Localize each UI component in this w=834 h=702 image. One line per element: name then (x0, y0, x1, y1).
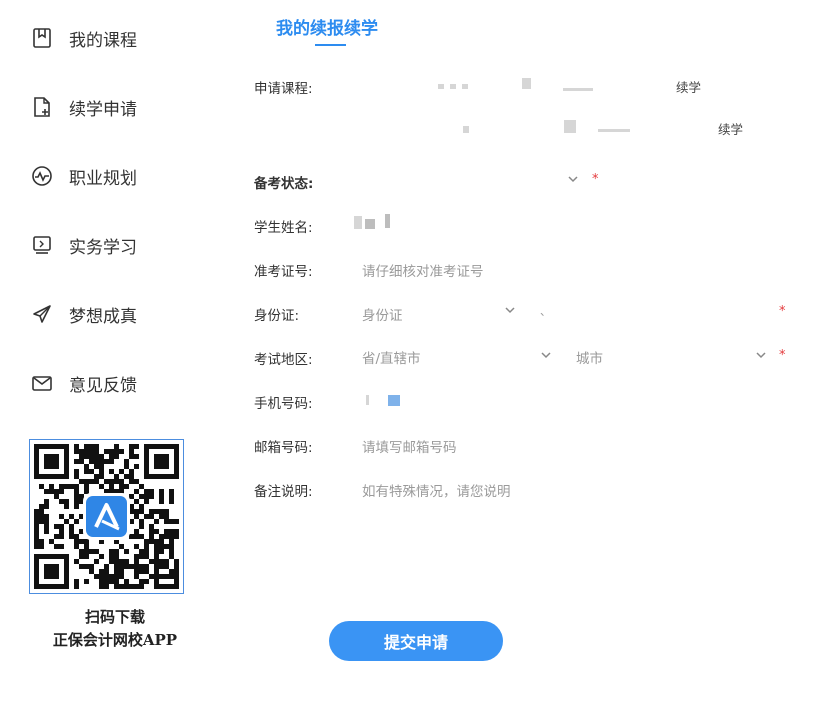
submit-application-button[interactable]: 提交申请 (329, 621, 503, 661)
redacted-text (388, 395, 400, 406)
sidebar: 我的课程 续学申请 职业规划 实务学习 梦想成真 意见反馈 扫码下载 正保会计网… (0, 0, 220, 702)
chevron-down-icon (756, 352, 766, 359)
redacted-text (563, 88, 593, 91)
app-qr-code (29, 439, 184, 594)
city-select[interactable]: 城市 (570, 342, 775, 370)
monitor-icon (30, 233, 54, 257)
exam-region-label: 考试地区: (254, 352, 313, 368)
chevron-down-icon (505, 307, 515, 314)
redacted-text (462, 84, 468, 89)
qr-code-pattern (34, 444, 179, 589)
redacted-text (385, 214, 390, 228)
city-placeholder: 城市 (576, 351, 603, 367)
ticket-number-label: 准考证号: (254, 264, 313, 280)
province-select[interactable]: 省/直辖市 (355, 342, 560, 370)
sidebar-item-label: 实务学习 (69, 237, 137, 258)
required-mark: * (592, 172, 599, 187)
id-card-label: 身份证: (254, 308, 300, 324)
email-input[interactable]: 请填写邮箱号码 (362, 436, 457, 456)
pulse-circle-icon (30, 164, 54, 188)
ticket-number-input[interactable]: 请仔细核对准考证号 (362, 260, 484, 280)
chevron-down-icon (541, 352, 551, 359)
tab-active-underline (315, 44, 346, 46)
redacted-text (366, 395, 369, 405)
id-number-input[interactable] (548, 298, 773, 326)
sidebar-item-label: 职业规划 (69, 168, 137, 189)
redacted-text (438, 84, 444, 89)
bookmark-icon (30, 26, 54, 50)
redacted-text (463, 126, 469, 133)
redacted-text (598, 129, 630, 132)
required-mark: * (779, 304, 786, 319)
chevron-down-icon (568, 176, 578, 183)
remark-label: 备注说明: (254, 484, 313, 500)
exam-status-label: 备考状态: (254, 176, 314, 192)
sidebar-item-practice-learning[interactable]: 实务学习 (30, 230, 137, 260)
qr-caption-scan: 扫码下载 (84, 608, 145, 626)
redacted-text (564, 120, 576, 133)
sidebar-item-career-plan[interactable]: 职业规划 (30, 161, 137, 191)
course-suffix: 续学 (718, 122, 744, 137)
redacted-text (365, 219, 375, 229)
required-mark: * (779, 348, 786, 363)
province-placeholder: 省/直辖市 (362, 351, 421, 367)
course-label: 申请课程: (254, 81, 313, 97)
sidebar-item-label: 续学申请 (69, 99, 137, 120)
remark-textarea[interactable]: 如有特殊情况，请您说明 (362, 480, 511, 500)
course-suffix: 续学 (676, 80, 702, 95)
page-title-tab[interactable]: 我的续报续学 (276, 14, 378, 39)
sidebar-item-label: 我的课程 (69, 30, 137, 51)
id-type-value: 身份证 (362, 308, 403, 324)
sidebar-item-label: 梦想成真 (69, 306, 137, 327)
redacted-text (522, 78, 531, 89)
sidebar-item-my-courses[interactable]: 我的课程 (30, 23, 137, 53)
phone-label: 手机号码: (254, 396, 313, 412)
student-name-label: 学生姓名: (254, 220, 313, 236)
sidebar-item-label: 意见反馈 (69, 375, 137, 396)
sidebar-item-feedback[interactable]: 意见反馈 (30, 368, 137, 398)
sidebar-item-dream-come-true[interactable]: 梦想成真 (30, 299, 137, 329)
id-type-select[interactable]: 身份证 (355, 298, 525, 326)
sidebar-item-renewal-apply[interactable]: 续学申请 (30, 92, 137, 122)
file-add-icon (30, 95, 54, 119)
envelope-icon (30, 371, 54, 395)
paper-plane-icon (30, 302, 54, 326)
redacted-text (354, 216, 362, 229)
exam-status-select[interactable] (355, 166, 585, 194)
email-label: 邮箱号码: (254, 440, 313, 456)
redacted-text (450, 84, 456, 89)
qr-caption-app-name: 正保会计网校APP (52, 631, 178, 649)
